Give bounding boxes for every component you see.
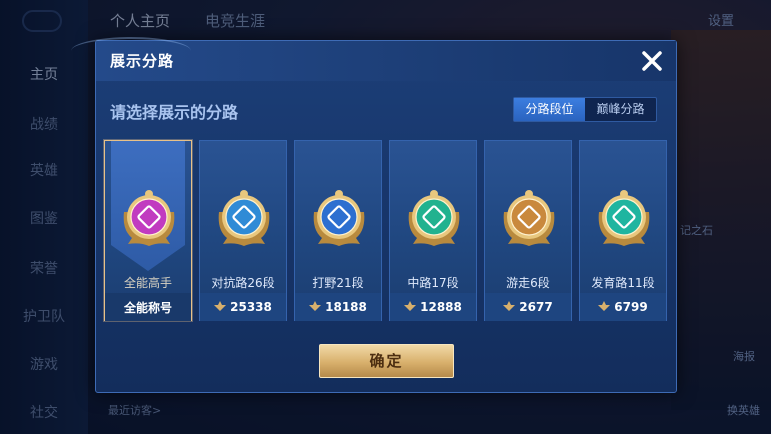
close-icon [642,51,662,71]
route-rank-label: 发育路11段 [591,276,655,290]
route-points-value: 25338 [230,300,272,314]
points-icon [214,300,227,314]
route-rank-label: 全能高手 [123,276,172,290]
route-points: 18188 [295,293,381,321]
points-icon [503,300,516,314]
rank-badge-icon [215,186,273,248]
route-rank-label: 中路17段 [407,276,459,290]
route-card[interactable]: 打野21段 18188 [294,140,382,321]
rank-badge-icon [120,186,178,248]
route-points: 12888 [390,293,476,321]
rank-badge-icon [500,186,558,248]
dialog-title: 展示分路 [110,52,175,70]
points-icon [404,300,417,314]
route-card[interactable]: 游走6段 2677 [484,140,572,321]
route-rank-label: 对抗路26段 [211,276,275,290]
close-button[interactable] [636,45,668,77]
dialog-subtitle: 请选择展示的分路 [110,103,239,122]
route-points: 25338 [200,293,286,321]
tab-route-rank[interactable]: 分路段位 [514,98,585,121]
route-points: 6799 [580,293,666,321]
rank-badge-icon [405,186,463,248]
tab-peak-route[interactable]: 巅峰分路 [585,98,656,121]
dialog-header: 展示分路 [71,37,676,81]
route-display-dialog: 展示分路 请选择展示的分路 分路段位 巅峰分路 全能高手 全能称号 对抗路26段 25… [71,37,677,393]
route-points-value: 18188 [325,300,367,314]
route-card[interactable]: 中路17段 12888 [389,140,477,321]
rank-badge-icon [310,186,368,248]
route-points-value: 6799 [614,300,648,314]
points-icon [598,300,611,314]
mode-toggle: 分路段位 巅峰分路 [513,97,657,122]
route-card[interactable]: 全能高手 全能称号 [104,140,192,321]
route-points-value: 12888 [420,300,462,314]
route-card[interactable]: 发育路11段 6799 [579,140,667,321]
route-points: 2677 [485,293,571,321]
route-points-value: 2677 [519,300,553,314]
route-rank-label: 游走6段 [506,276,550,290]
route-points-value: 全能称号 [123,300,172,315]
confirm-button[interactable]: 确定 [319,344,454,378]
route-card[interactable]: 对抗路26段 25338 [199,140,287,321]
route-points: 全能称号 [105,293,191,321]
points-icon [309,300,322,314]
route-rank-label: 打野21段 [312,276,364,290]
rank-badge-icon [595,186,653,248]
